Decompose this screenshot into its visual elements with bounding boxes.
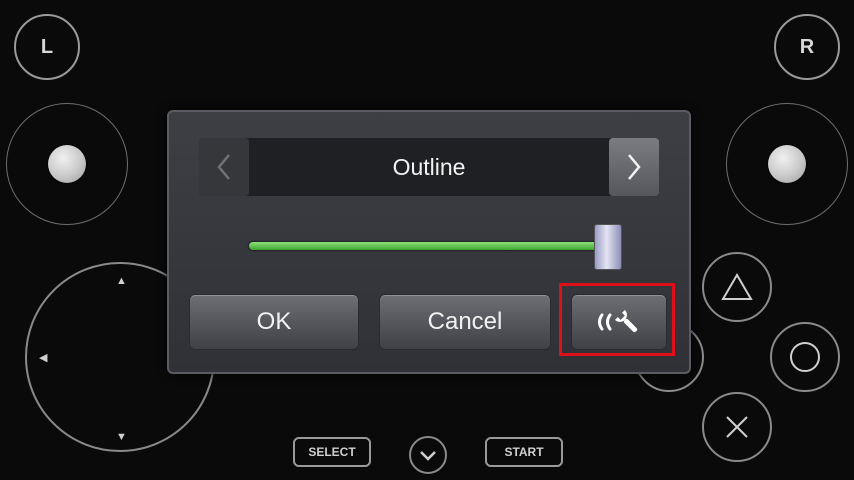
- left-analog-knob[interactable]: [48, 145, 86, 183]
- triangle-button[interactable]: [702, 252, 772, 322]
- circle-icon: [790, 342, 820, 372]
- option-selector: Outline: [199, 138, 659, 196]
- dpad-left-icon[interactable]: ◀: [39, 353, 47, 364]
- previous-option-button[interactable]: [199, 138, 249, 196]
- ok-label: OK: [256, 308, 292, 335]
- left-analog-stick[interactable]: [6, 103, 128, 225]
- option-label: Outline: [392, 153, 466, 180]
- value-slider-track[interactable]: [249, 242, 619, 250]
- highlight-box: [559, 283, 675, 356]
- dpad-down-icon[interactable]: ▼: [116, 432, 127, 443]
- r-shoulder-label: R: [799, 35, 815, 58]
- chevron-down-icon: [420, 451, 436, 461]
- cancel-label: Cancel: [427, 308, 503, 335]
- chevron-left-icon: [217, 154, 230, 180]
- dpad-up-icon[interactable]: ▲: [116, 276, 127, 287]
- value-slider-thumb[interactable]: [593, 224, 622, 270]
- l-shoulder-button[interactable]: L: [14, 14, 80, 80]
- r-shoulder-button[interactable]: R: [774, 14, 840, 80]
- select-label: SELECT: [308, 445, 356, 459]
- circle-button[interactable]: [770, 322, 840, 392]
- chevron-right-icon: [628, 154, 641, 180]
- cross-icon: [726, 416, 748, 438]
- ok-button[interactable]: OK: [189, 294, 359, 350]
- right-analog-knob[interactable]: [768, 145, 806, 183]
- cancel-button[interactable]: Cancel: [379, 294, 551, 350]
- next-option-button[interactable]: [609, 138, 659, 196]
- select-button[interactable]: SELECT: [293, 437, 371, 467]
- cross-button[interactable]: [702, 392, 772, 462]
- triangle-icon: [721, 273, 753, 300]
- combo-menu-button[interactable]: [409, 436, 447, 474]
- right-analog-stick[interactable]: [726, 103, 848, 225]
- start-label: START: [504, 445, 544, 459]
- l-shoulder-label: L: [40, 35, 54, 58]
- start-button[interactable]: START: [485, 437, 563, 467]
